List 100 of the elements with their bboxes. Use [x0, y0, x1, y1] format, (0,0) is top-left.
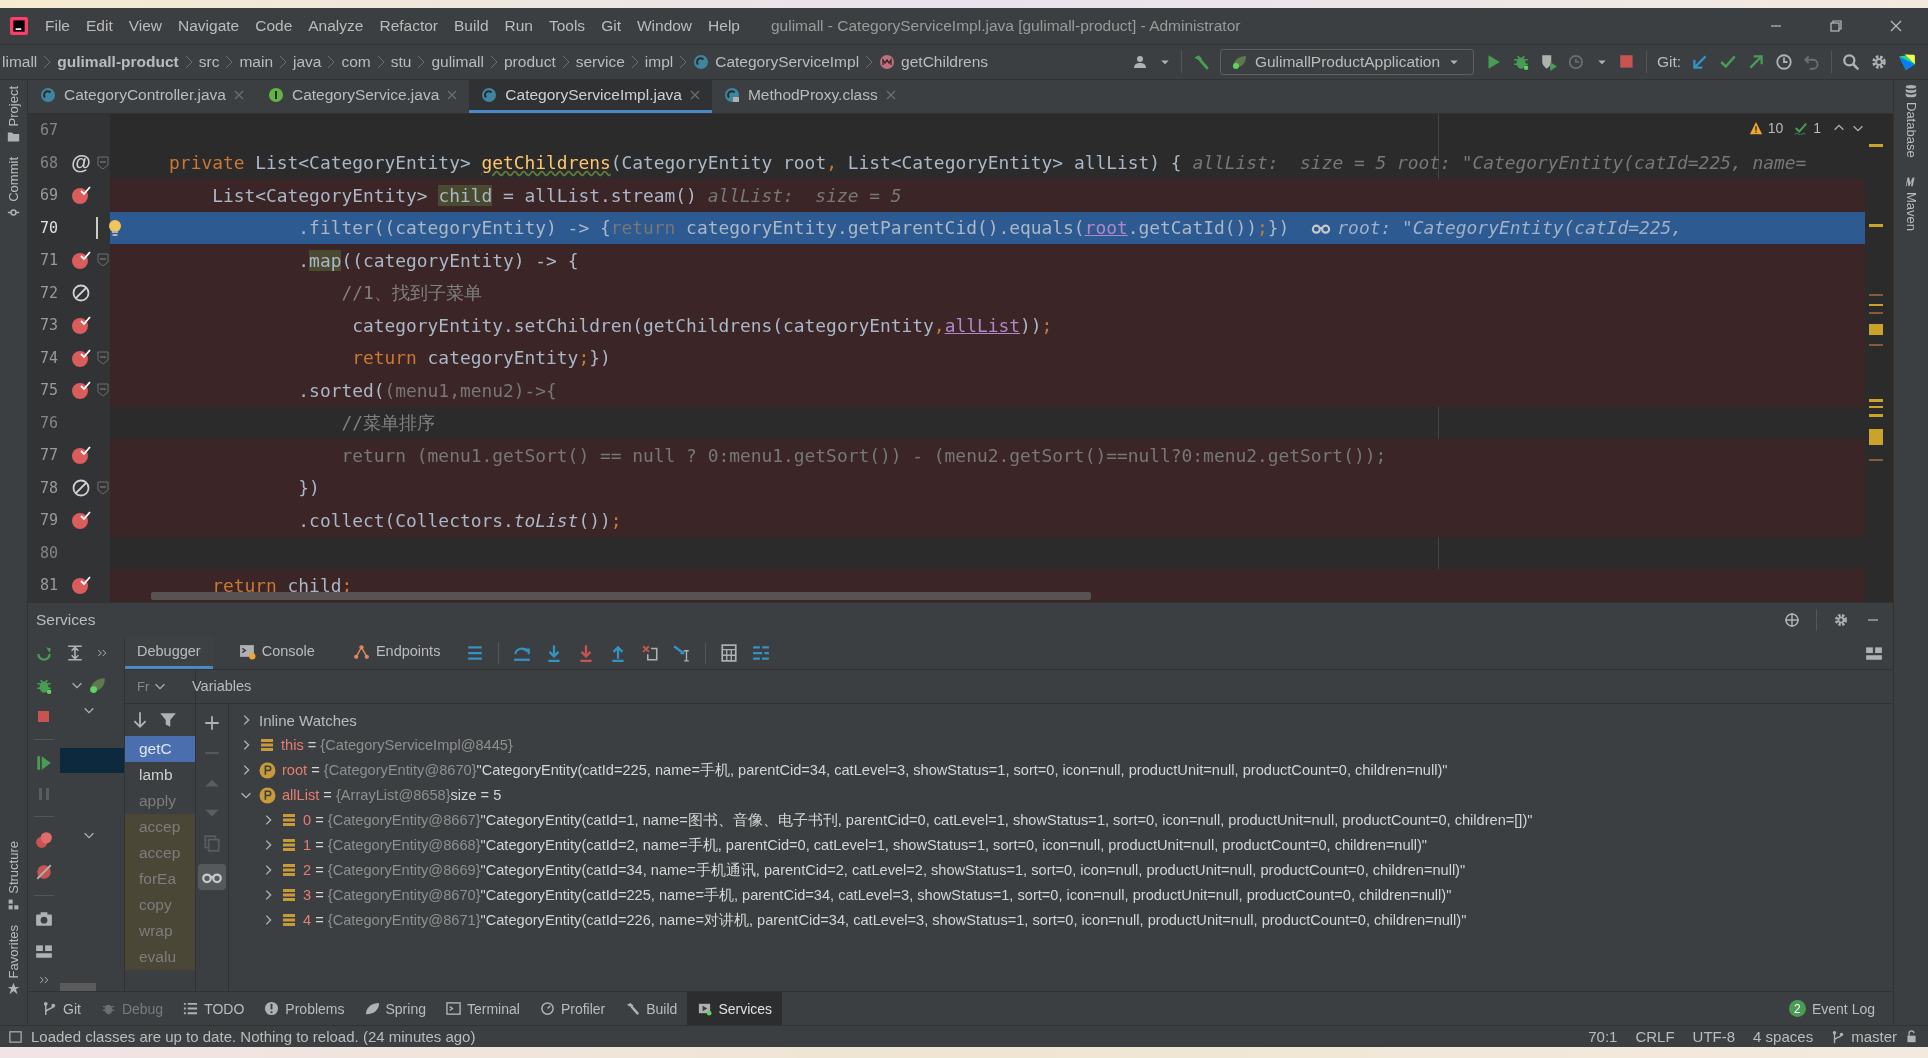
- fold-marker-icon[interactable]: [97, 253, 109, 268]
- close-icon[interactable]: [1888, 18, 1904, 34]
- update-arrow-icon[interactable]: [1691, 53, 1709, 71]
- menu-item[interactable]: Code: [248, 13, 300, 39]
- tool-window-button[interactable]: TODO: [173, 992, 255, 1025]
- show-watches-button[interactable]: [198, 863, 226, 890]
- debug-tab[interactable]: Endpoints: [340, 636, 453, 669]
- menu-item[interactable]: Window: [629, 13, 700, 39]
- fold-marker-icon[interactable]: [97, 350, 109, 365]
- add-icon[interactable]: [203, 713, 221, 732]
- tool-window-button[interactable]: Profiler: [529, 992, 616, 1025]
- breadcrumb-item[interactable]: limall: [2, 53, 38, 71]
- breakpoint-icon[interactable]: [71, 347, 91, 368]
- tool-window-button[interactable]: Database: [1903, 84, 1919, 158]
- crosshair-icon[interactable]: [1784, 611, 1800, 628]
- search-icon[interactable]: [1842, 53, 1860, 71]
- menu-item[interactable]: Run: [497, 13, 540, 39]
- editor-tab[interactable]: CategoryServiceImpl.java: [469, 80, 712, 113]
- variable-entry[interactable]: 4 = {CategoryEntity@8671}"CategoryEntity(catId=226, name=对讲机, parentCid=34, catLevel=3, showStatus=1, sort=0, icon=null, productUnit=null, productCount=0, children=null)": [303, 910, 1467, 930]
- stop-icon[interactable]: [36, 708, 52, 725]
- fold-marker-icon[interactable]: [97, 383, 109, 398]
- breakpoint-icon[interactable]: [71, 510, 91, 531]
- breadcrumb-item[interactable]: gulimall-product: [57, 53, 179, 71]
- tool-window-button[interactable]: Commit: [6, 157, 21, 220]
- filter-icon[interactable]: [159, 710, 177, 729]
- scrollbar-thumb[interactable]: [60, 983, 96, 991]
- menu-item[interactable]: Git: [594, 13, 628, 39]
- breadcrumb-item[interactable]: CategoryServiceImpl: [715, 53, 860, 71]
- resume-icon[interactable]: [35, 753, 53, 772]
- tool-window-button[interactable]: Favorites: [6, 924, 21, 995]
- variable-entry[interactable]: 2 = {CategoryEntity@8669}"CategoryEntity(catId=34, name=手机通讯, parentCid=2, catLevel=2, showStatus=1, sort=0, icon=null, productUnit=null, productCount=0, children=null)": [303, 860, 1466, 880]
- fold-marker-icon[interactable]: [97, 480, 109, 495]
- user-icon[interactable]: [1132, 54, 1149, 70]
- editor-tab[interactable]: CategoryService.java: [256, 80, 470, 113]
- run-configuration-dropdown[interactable]: GulimallProductApplication: [1219, 49, 1474, 75]
- tool-window-button[interactable]: Project: [6, 86, 21, 144]
- mute-breakpoints-icon[interactable]: [35, 862, 53, 881]
- camera-icon[interactable]: [35, 909, 53, 928]
- restore-icon[interactable]: [1828, 18, 1844, 34]
- menu-item[interactable]: Tools: [541, 13, 593, 39]
- rerun-icon[interactable]: [35, 644, 53, 663]
- breadcrumb-item[interactable]: service: [575, 53, 625, 71]
- push-arrow-icon[interactable]: [1747, 53, 1765, 71]
- tool-window-button[interactable]: Problems: [254, 992, 355, 1025]
- tool-window-button[interactable]: Structure: [6, 840, 21, 911]
- arrow-down-icon[interactable]: [131, 710, 149, 729]
- annotation-marker[interactable]: @: [71, 151, 91, 175]
- breakpoint-icon[interactable]: [71, 575, 91, 596]
- variable-entry[interactable]: root = {CategoryEntity@8670}"CategoryEntity(catId=225, name=手机, parentCid=34, catLevel=3, showStatus=1, sort=0, icon=null, productUnit=null, productCount=0, children=null)": [282, 760, 1448, 780]
- stop-icon[interactable]: [1617, 53, 1636, 71]
- menu-item[interactable]: File: [38, 13, 77, 39]
- breadcrumb-item[interactable]: impl: [644, 53, 674, 71]
- indent-setting[interactable]: 4 spaces: [1753, 1028, 1814, 1045]
- breakpoint-icon[interactable]: [71, 185, 91, 206]
- close-icon[interactable]: [689, 90, 700, 100]
- tool-window-button[interactable]: Services: [687, 992, 783, 1025]
- git-branch[interactable]: master: [1831, 1028, 1897, 1045]
- bug-icon[interactable]: [1511, 53, 1530, 71]
- menu-item[interactable]: Refactor: [372, 13, 446, 39]
- tree-item-label[interactable]: Inline Watches: [259, 711, 357, 729]
- stack-frame[interactable]: lamb: [125, 761, 195, 788]
- expand-all-icon[interactable]: [66, 643, 84, 662]
- tool-window-button[interactable]: Maven: [1903, 173, 1919, 231]
- fold-marker-icon[interactable]: [97, 155, 109, 170]
- calculator-icon[interactable]: [720, 643, 739, 662]
- menu-item[interactable]: View: [121, 13, 170, 39]
- editor-tab[interactable]: CategoryController.java: [28, 80, 256, 113]
- caret-position[interactable]: 70:1: [1588, 1028, 1618, 1045]
- run-to-cursor-icon[interactable]: [673, 643, 692, 662]
- menu-item[interactable]: Navigate: [171, 13, 247, 39]
- breadcrumb-item[interactable]: com: [341, 53, 371, 71]
- stack-frame[interactable]: getC: [125, 735, 195, 762]
- logo-icon[interactable]: [1898, 53, 1916, 71]
- breakpoints-icon[interactable]: [35, 830, 53, 849]
- settings-icon[interactable]: [1833, 611, 1849, 628]
- breadcrumb-item[interactable]: java: [293, 53, 322, 71]
- menu-item[interactable]: Help: [701, 13, 747, 39]
- breadcrumb-item[interactable]: gulimall: [431, 53, 484, 71]
- breakpoint-icon[interactable]: [71, 445, 91, 466]
- breadcrumb-item[interactable]: main: [239, 53, 273, 71]
- debug-tab[interactable]: Console: [226, 636, 327, 669]
- hammer-icon[interactable]: [1191, 53, 1210, 71]
- settings-icon[interactable]: [1870, 53, 1888, 71]
- tool-window-button[interactable]: Build: [615, 992, 688, 1025]
- breadcrumb-item[interactable]: src: [198, 53, 220, 71]
- breadcrumb-item[interactable]: getChildrens: [901, 53, 989, 71]
- breakpoint-icon[interactable]: [71, 250, 91, 271]
- editor-tab[interactable]: MethodProxy.class: [711, 80, 908, 113]
- tool-window-button[interactable]: Terminal: [435, 992, 530, 1025]
- event-log-button[interactable]: 2 Event Log: [1778, 992, 1885, 1025]
- coverage-icon[interactable]: [1539, 53, 1558, 71]
- menu-item[interactable]: Build: [447, 13, 496, 39]
- drop-frame-icon[interactable]: [641, 643, 660, 662]
- breadcrumb-item[interactable]: product: [504, 53, 556, 71]
- menu-item[interactable]: Edit: [79, 13, 120, 39]
- variable-entry[interactable]: this = {CategoryServiceImpl@8445}: [281, 737, 513, 753]
- variable-entry[interactable]: 3 = {CategoryEntity@8670}"CategoryEntity(catId=225, name=手机, parentCid=34, catLevel=3, showStatus=1, sort=0, icon=null, productUnit=null, productCount=0, children=null)": [303, 885, 1452, 905]
- lightbulb-icon[interactable]: [108, 218, 122, 237]
- check-icon[interactable]: [1719, 53, 1737, 71]
- file-encoding[interactable]: UTF-8: [1692, 1028, 1736, 1045]
